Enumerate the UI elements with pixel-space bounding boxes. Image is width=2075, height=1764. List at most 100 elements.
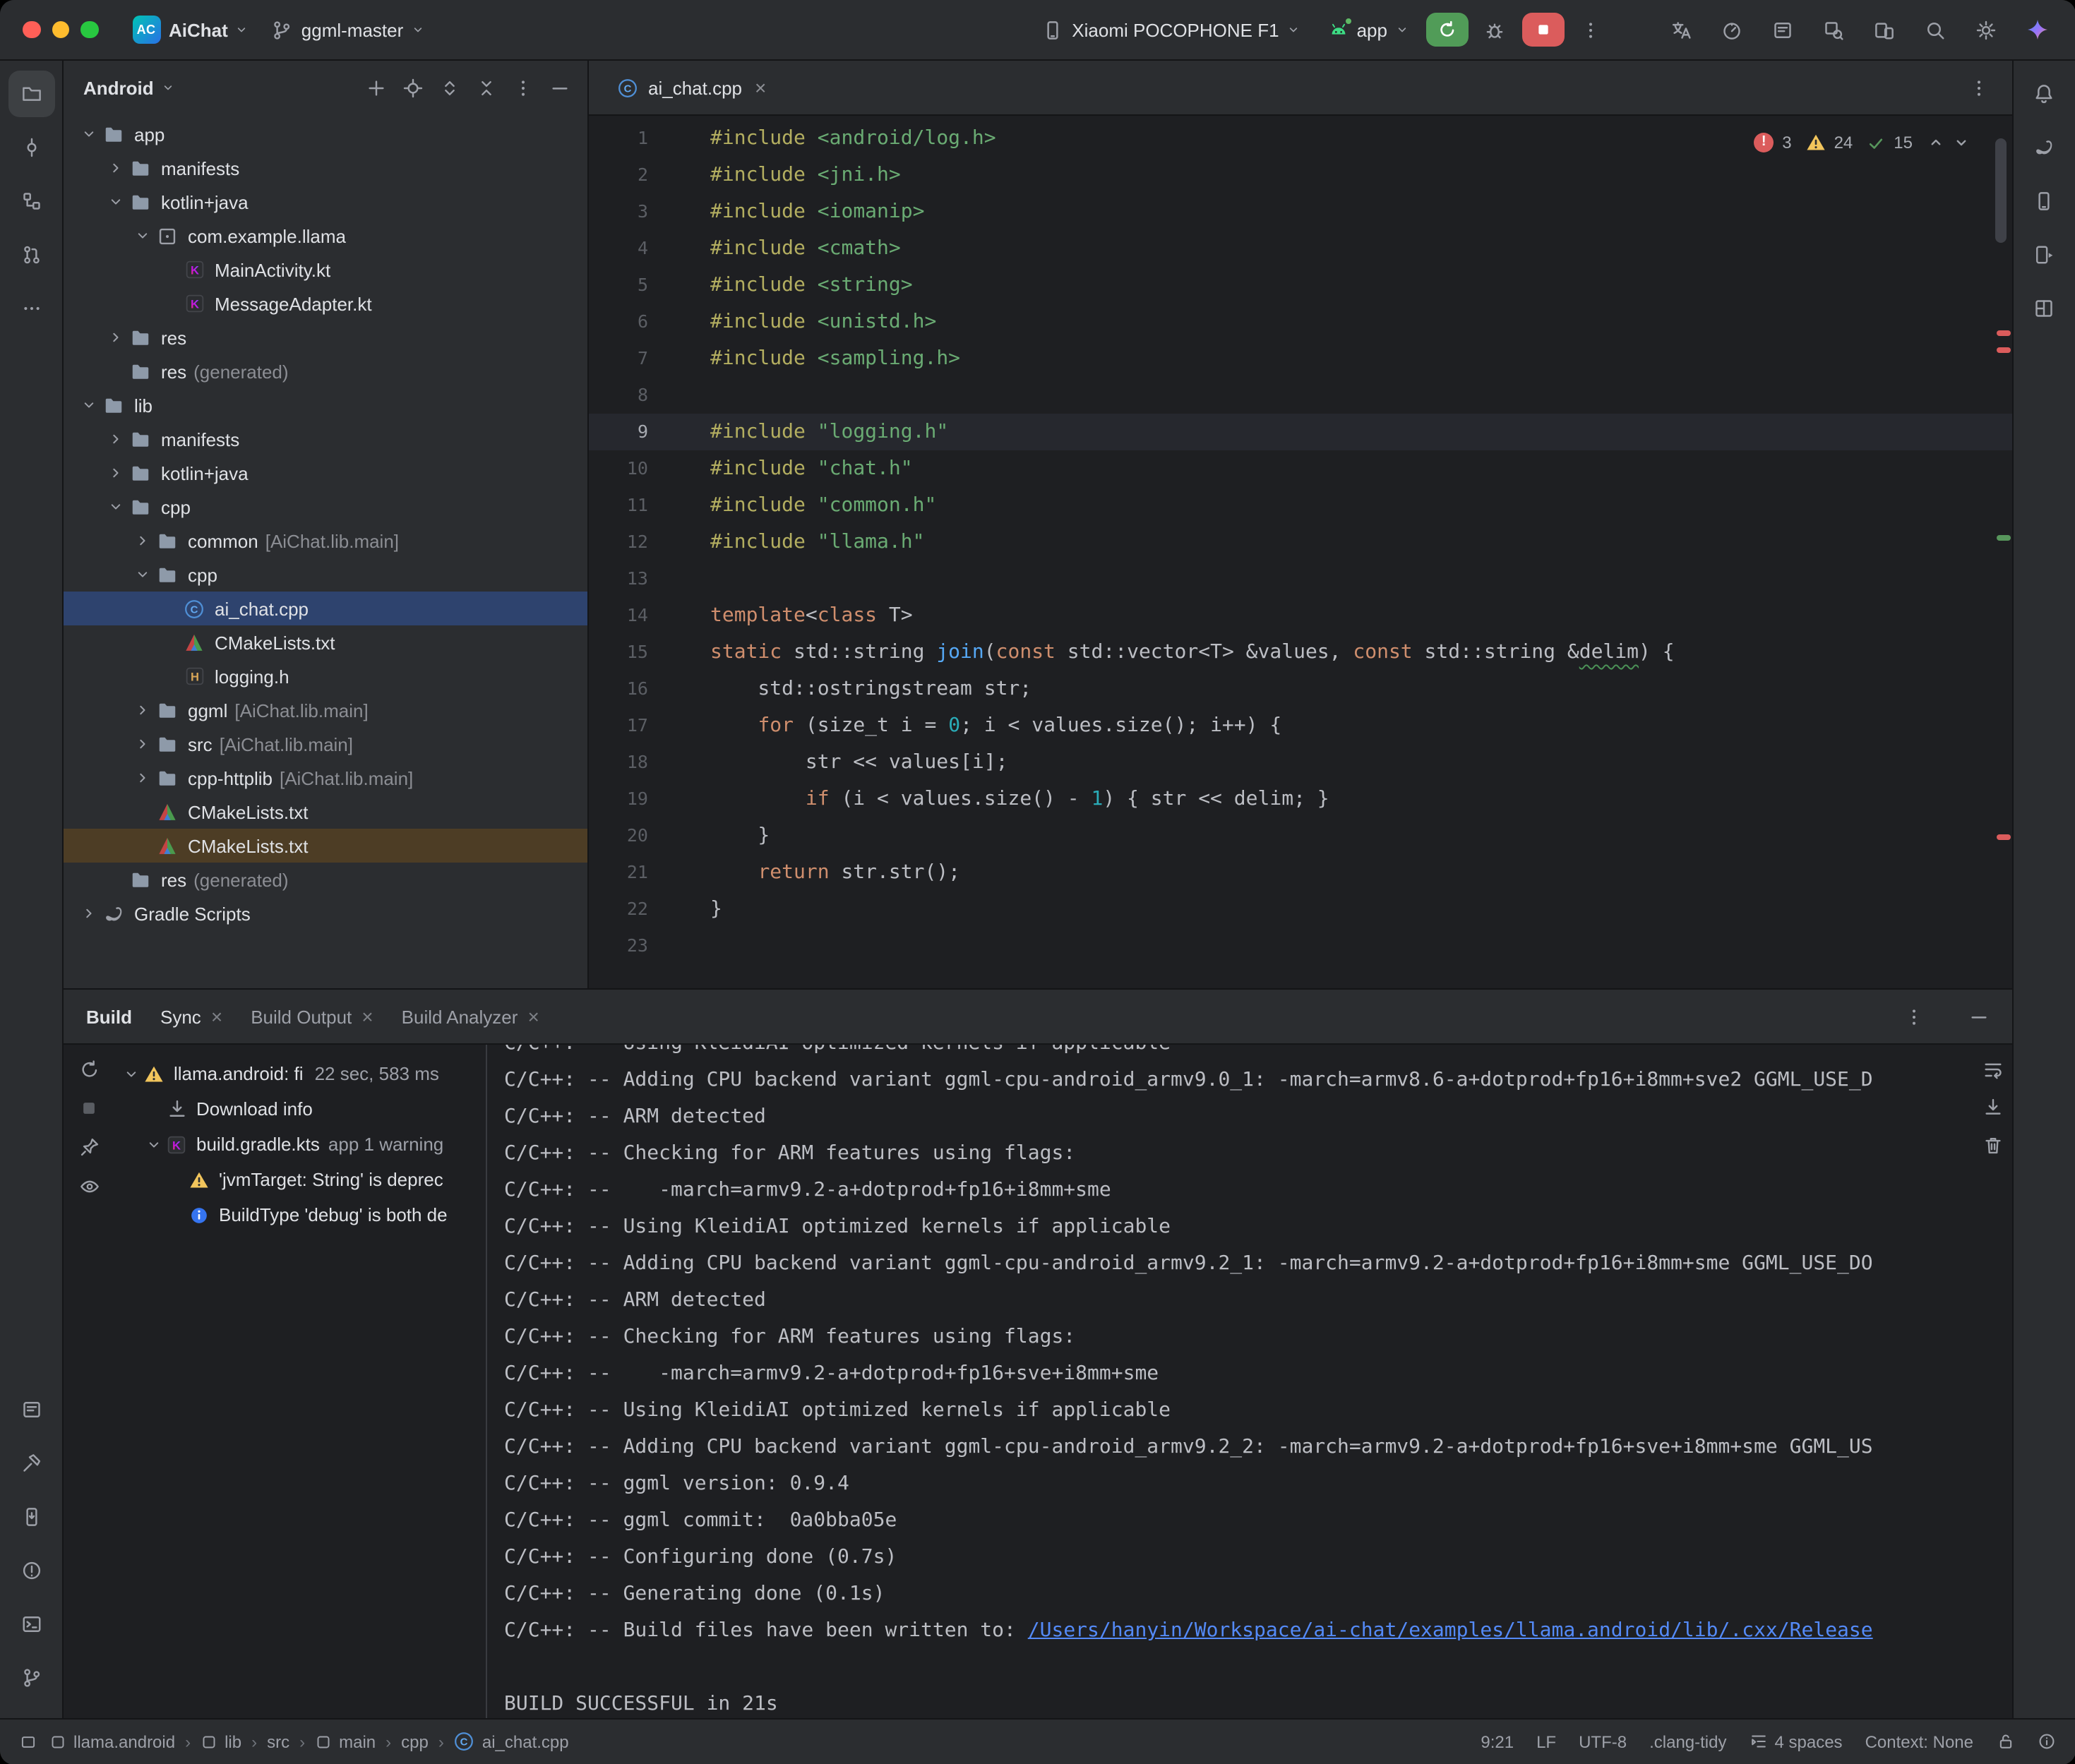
options-icon[interactable] [506,71,539,104]
tool-window-commit[interactable] [8,124,54,171]
tree-item-manifests[interactable]: manifests [64,151,587,185]
locate-icon[interactable] [395,71,429,104]
tree-item-common[interactable]: common[AiChat.lib.main] [64,524,587,558]
error-stripe-mark[interactable] [1996,347,2010,353]
tool-window-more[interactable] [8,285,54,332]
tool-window-device-explorer[interactable] [8,1493,54,1540]
tree-item-cmakelists-txt[interactable]: CMakeLists.txt [64,625,587,659]
gemini-button[interactable] [2016,10,2058,49]
build-event-download-info[interactable]: Download info [114,1091,486,1127]
hide-build-panel-icon[interactable] [1961,998,1997,1035]
tool-window-version-control[interactable] [8,1654,54,1700]
tree-item-logging-h[interactable]: Hlogging.h [64,659,587,693]
tool-window-logcat[interactable] [8,1386,54,1432]
code-line-12[interactable]: 12#include "llama.h" [589,524,2011,560]
close-window-button[interactable] [23,21,40,39]
code-line-6[interactable]: 6#include <unistd.h> [589,304,2011,340]
tool-window-device-manager[interactable] [2021,178,2067,224]
tool-window-pull-requests[interactable] [8,232,54,278]
tree-item-kotlin-java[interactable]: kotlin+java [64,185,587,219]
breadcrumb-lib[interactable]: lib [201,1732,241,1751]
chevron-right-icon[interactable] [104,431,127,448]
code-line-2[interactable]: 2#include <jni.h> [589,157,2011,193]
expand-all-icon[interactable] [432,71,466,104]
status-9-21[interactable]: 9:21 [1481,1732,1514,1751]
breadcrumb-cpp[interactable]: cpp [401,1732,429,1751]
hide-icon[interactable] [542,71,576,104]
tree-item-cmakelists-txt[interactable]: CMakeLists.txt [64,795,587,829]
chevron-down-icon[interactable] [143,1136,164,1153]
breadcrumb-llama-android[interactable]: llama.android [49,1732,175,1751]
settings-button[interactable] [1965,10,2007,49]
code-line-16[interactable]: 16 std::ostringstream str; [589,671,2011,707]
close-tab-icon[interactable]: × [527,1007,539,1026]
code-line-8[interactable]: 8 [589,377,2011,414]
tool-window-terminal[interactable] [8,1600,54,1647]
build-event-buildtype-debug-is-both-de[interactable]: BuildType 'debug' is both de [114,1197,486,1232]
build-event-jvmtarget-string-is-deprec[interactable]: 'jvmTarget: String' is deprec [114,1162,486,1197]
build-tab-sync[interactable]: Sync× [160,1006,222,1027]
code-line-13[interactable]: 13 [589,560,2011,597]
tree-item-cpp-httplib[interactable]: cpp-httplib[AiChat.lib.main] [64,761,587,795]
minimize-window-button[interactable] [52,21,69,39]
tree-item-manifests[interactable]: manifests [64,422,587,456]
build-event-build-gradle-kts[interactable]: Kbuild.gradle.ktsapp 1 warning [114,1127,486,1162]
status-lf[interactable]: LF [1536,1732,1556,1751]
tree-item-cpp[interactable]: cpp [64,490,587,524]
device-mirroring-button[interactable] [1863,10,1906,49]
project-widget[interactable]: AC AiChat [121,11,261,48]
tool-window-gradle[interactable] [2021,124,2067,171]
close-tab-icon[interactable]: × [361,1007,373,1026]
chevron-right-icon[interactable] [131,702,154,719]
soft-wrap-icon[interactable] [1982,1059,2003,1080]
tool-window-project[interactable] [8,71,54,117]
tree-item-cmakelists-txt[interactable]: CMakeLists.txt [64,829,587,863]
code-line-11[interactable]: 11#include "common.h" [589,487,2011,524]
clear-icon[interactable] [1982,1135,2003,1156]
tree-item-ai-chat-cpp[interactable]: Cai_chat.cpp [64,592,587,625]
code-line-20[interactable]: 20 } [589,817,2011,854]
status-lock-open-icon[interactable] [1996,1732,2014,1751]
breadcrumb-main[interactable]: main [315,1732,376,1751]
chevron-right-icon[interactable] [104,329,127,346]
close-tab-icon[interactable]: × [755,78,766,97]
pin-icon[interactable] [78,1136,100,1158]
branch-widget[interactable]: ggml-master [261,15,436,44]
tree-item-gradle-scripts[interactable]: Gradle Scripts [64,896,587,930]
tool-window-notifications[interactable] [2021,71,2067,117]
code-line-15[interactable]: 15static std::string join(const std::vec… [589,634,2011,671]
build-tab-build-analyzer[interactable]: Build Analyzer× [402,1006,539,1027]
tree-item-lib[interactable]: lib [64,388,587,422]
code-line-19[interactable]: 19 if (i < values.size() - 1) { str << d… [589,781,2011,817]
sync-icon[interactable] [78,1059,100,1080]
code-line-4[interactable]: 4#include <cmath> [589,230,2011,267]
chevron-right-icon[interactable] [131,532,154,549]
chevron-down-icon[interactable] [131,227,154,244]
breadcrumb-src[interactable]: src [267,1732,289,1751]
status-context-none[interactable]: Context: None [1865,1732,1973,1751]
tree-item-app[interactable]: app [64,117,587,151]
device-selector[interactable]: Xiaomi POCOPHONE F1 [1031,15,1311,44]
tree-item-res[interactable]: res [64,320,587,354]
status-clang-tidy[interactable]: .clang-tidy [1649,1732,1726,1751]
breadcrumb-ai-chat-cpp[interactable]: Cai_chat.cpp [454,1731,569,1752]
editor-scrollbar[interactable] [1995,138,2006,243]
status-info-circle-icon[interactable] [2037,1732,2055,1751]
code-line-9[interactable]: 9#include "logging.h" [589,414,2011,450]
app-inspection-button[interactable] [1812,10,1855,49]
build-tab-build-output[interactable]: Build Output× [251,1006,373,1027]
chevron-right-icon[interactable] [104,464,127,481]
tool-window-structure[interactable] [8,178,54,224]
error-stripe-mark[interactable] [1996,330,2010,336]
close-tab-icon[interactable]: × [211,1007,222,1026]
project-view-selector[interactable]: Android [83,77,154,98]
stop-disabled-icon[interactable] [79,1098,99,1118]
editor-tab-ai-chat-cpp[interactable]: C ai_chat.cpp × [603,61,780,114]
code-editor[interactable]: 1#include <android/log.h>2#include <jni.… [589,116,2011,988]
build-options-icon[interactable] [1896,998,1932,1035]
collapse-all-icon[interactable] [469,71,503,104]
tree-item-res[interactable]: res(generated) [64,354,587,388]
chevron-right-icon[interactable] [131,736,154,752]
chevron-down-icon[interactable] [78,397,100,414]
add-icon[interactable] [359,71,393,104]
